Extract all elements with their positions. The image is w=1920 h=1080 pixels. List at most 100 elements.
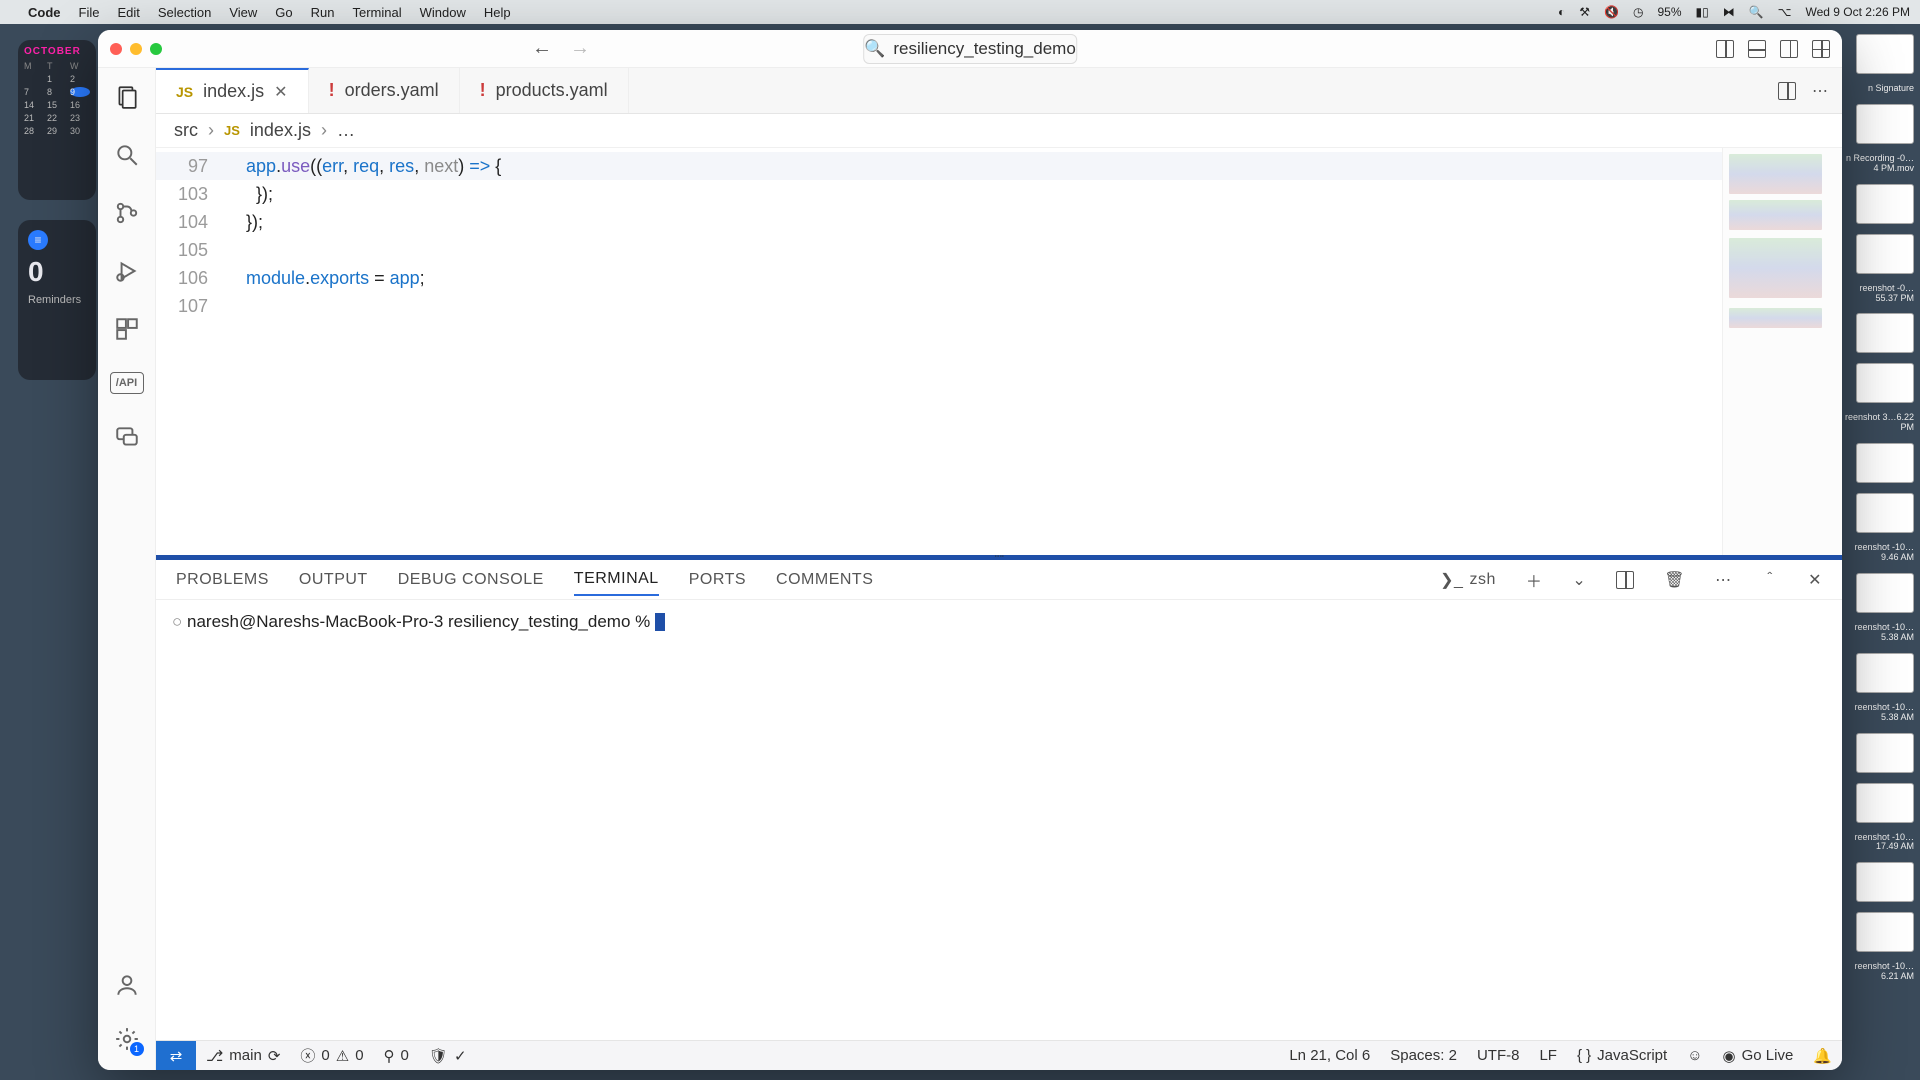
line-number[interactable]: 107 [156, 292, 226, 320]
extensions-icon[interactable] [112, 314, 142, 344]
breadcrumb[interactable]: src › JS index.js › … [156, 114, 1842, 148]
menubar-battery-icon[interactable]: ▮▯ [1696, 5, 1709, 19]
accounts-icon[interactable] [112, 970, 142, 1000]
ports-status[interactable]: ⚲0 [374, 1047, 419, 1065]
tab-products-yaml[interactable]: ! products.yaml [460, 68, 629, 113]
menubar-cloud-icon[interactable]: ◐ [1558, 5, 1565, 19]
desktop-file-thumb[interactable] [1856, 573, 1914, 613]
go-live-button[interactable]: ◉ Go Live [1713, 1047, 1804, 1065]
api-sidebar-icon[interactable]: /API [110, 372, 144, 394]
line-number[interactable]: 105 [156, 236, 226, 264]
breadcrumb-folder[interactable]: src [174, 120, 198, 141]
customize-layout-icon[interactable] [1812, 40, 1830, 58]
kill-terminal-icon[interactable]: 🗑 [1664, 570, 1685, 590]
line-number[interactable]: 97 [156, 152, 226, 180]
layout-sidebar-right-icon[interactable] [1780, 40, 1798, 58]
remote-indicator[interactable]: ⇄ [156, 1041, 196, 1070]
indentation-status[interactable]: Spaces: 2 [1380, 1047, 1467, 1064]
desktop-file-thumb[interactable] [1856, 733, 1914, 773]
menu-edit[interactable]: Edit [117, 5, 139, 20]
menu-view[interactable]: View [229, 5, 257, 20]
cursor-position[interactable]: Ln 21, Col 6 [1279, 1047, 1380, 1064]
close-panel-icon[interactable]: ✕ [1808, 570, 1822, 590]
zoom-window-button[interactable] [150, 43, 162, 55]
line-number[interactable]: 103 [156, 180, 226, 208]
code-line[interactable]: 107 [156, 292, 1722, 320]
encoding-status[interactable]: UTF-8 [1467, 1047, 1530, 1064]
menu-selection[interactable]: Selection [158, 5, 211, 20]
maximize-panel-icon[interactable]: ＾ [1762, 568, 1779, 592]
panel-tab-debug-console[interactable]: DEBUG CONSOLE [398, 565, 544, 595]
split-editor-icon[interactable] [1778, 82, 1796, 100]
desktop-reminders-widget[interactable]: ≡ 0 Reminders [18, 220, 96, 380]
desktop-file-thumb[interactable] [1856, 184, 1914, 224]
tab-index-js[interactable]: JS index.js ✕ [156, 68, 309, 113]
menubar-wifi-icon[interactable]: ⧓ [1723, 5, 1735, 19]
desktop-file-thumb[interactable] [1856, 363, 1914, 403]
terminal-profile-dropdown-icon[interactable]: ⌄ [1572, 570, 1586, 590]
panel-tab-terminal[interactable]: TERMINAL [574, 564, 659, 596]
chat-sidebar-icon[interactable] [112, 422, 142, 452]
tab-orders-yaml[interactable]: ! orders.yaml [309, 68, 460, 113]
code-line[interactable]: 106 module.exports = app; [156, 264, 1722, 292]
panel-more-icon[interactable]: ⋯ [1715, 570, 1732, 590]
tab-close-icon[interactable]: ✕ [274, 82, 287, 102]
desktop-file-thumb[interactable] [1856, 653, 1914, 693]
desktop-file-thumb[interactable] [1856, 443, 1914, 483]
desktop-file-thumb[interactable] [1856, 862, 1914, 902]
sync-icon[interactable]: ⟳ [268, 1047, 281, 1065]
close-window-button[interactable] [110, 43, 122, 55]
layout-panel-icon[interactable] [1748, 40, 1766, 58]
code-line[interactable]: 97 app.use((err, req, res, next) => { [156, 152, 1722, 180]
eol-status[interactable]: LF [1529, 1047, 1567, 1064]
code-line[interactable]: 104 }); [156, 208, 1722, 236]
desktop-file-thumb[interactable] [1856, 234, 1914, 274]
panel-tab-comments[interactable]: COMMENTS [776, 565, 873, 595]
nav-back-icon[interactable]: ← [532, 37, 552, 60]
terminal-profile[interactable]: ❯_ zsh [1440, 570, 1496, 590]
breadcrumb-file[interactable]: index.js [250, 120, 311, 141]
new-terminal-button[interactable]: ＋ [1526, 568, 1543, 592]
menu-run[interactable]: Run [311, 5, 335, 20]
explorer-icon[interactable] [112, 82, 142, 112]
menubar-hammer-icon[interactable]: ⚒ [1579, 5, 1590, 19]
menu-help[interactable]: Help [484, 5, 511, 20]
language-mode[interactable]: { } JavaScript [1567, 1047, 1677, 1064]
split-terminal-icon[interactable] [1616, 571, 1634, 589]
desktop-file-thumb[interactable] [1856, 313, 1914, 353]
panel-resize-handle[interactable] [156, 555, 1842, 560]
run-debug-icon[interactable] [112, 256, 142, 286]
desktop-file-thumb[interactable] [1856, 783, 1914, 823]
menubar-volume-icon[interactable]: 🔇 [1604, 5, 1619, 19]
line-number[interactable]: 104 [156, 208, 226, 236]
more-actions-icon[interactable]: ⋯ [1812, 81, 1828, 101]
menubar-control-center-icon[interactable]: ⌥ [1778, 5, 1792, 19]
terminal[interactable]: ○ naresh@Nareshs-MacBook-Pro-3 resilienc… [156, 600, 1842, 1040]
code-editor[interactable]: 97 app.use((err, req, res, next) => {103… [156, 148, 1722, 555]
layout-sidebar-left-icon[interactable] [1716, 40, 1734, 58]
minimap[interactable] [1722, 148, 1842, 555]
desktop-file-thumb[interactable] [1856, 493, 1914, 533]
menu-terminal[interactable]: Terminal [353, 5, 402, 20]
minimize-window-button[interactable] [130, 43, 142, 55]
menubar-spotlight-icon[interactable]: 🔍 [1749, 5, 1764, 19]
menubar-datetime[interactable]: Wed 9 Oct 2:26 PM [1806, 5, 1911, 19]
code-line[interactable]: 105 [156, 236, 1722, 264]
nav-forward-icon[interactable]: → [570, 37, 590, 60]
line-number[interactable]: 106 [156, 264, 226, 292]
settings-gear-icon[interactable]: 1 [112, 1024, 142, 1054]
desktop-file-thumb[interactable] [1856, 34, 1914, 74]
panel-tab-problems[interactable]: PROBLEMS [176, 565, 269, 595]
git-branch[interactable]: ⎇ main ⟳ [196, 1047, 290, 1065]
desktop-file-thumb[interactable] [1856, 104, 1914, 144]
source-control-icon[interactable] [112, 198, 142, 228]
panel-tab-output[interactable]: OUTPUT [299, 565, 368, 595]
menubar-clock-icon[interactable]: ◷ [1633, 5, 1643, 19]
search-sidebar-icon[interactable] [112, 140, 142, 170]
breadcrumb-trail[interactable]: … [337, 120, 355, 141]
notifications-icon[interactable]: 🔔 [1803, 1047, 1842, 1065]
code-line[interactable]: 103 }); [156, 180, 1722, 208]
feedback-icon[interactable]: ☺ [1677, 1047, 1712, 1064]
menubar-appname[interactable]: Code [28, 5, 61, 20]
menu-file[interactable]: File [79, 5, 100, 20]
